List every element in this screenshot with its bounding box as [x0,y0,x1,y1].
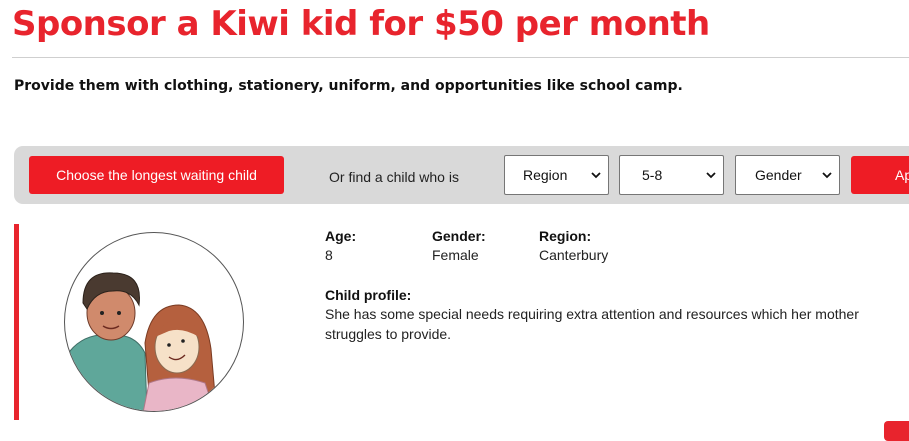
chevron-down-icon [706,172,716,179]
region-label: Region: [539,228,592,244]
find-child-label: Or find a child who is [329,169,459,185]
page-subtitle: Provide them with clothing, stationery, … [14,78,683,94]
region-select[interactable]: Region [504,155,609,195]
card-accent-bar [14,224,19,420]
age-select[interactable]: 5-8 [619,155,724,195]
chevron-down-icon [822,172,832,179]
gender-label: Gender: [432,228,486,244]
next-button-partial[interactable] [884,421,909,441]
title-divider [12,57,909,58]
child-drawing-icon [69,272,216,411]
age-value: 8 [325,247,333,263]
child-profile-text: She has some special needs requiring ext… [325,306,859,342]
apply-button[interactable]: Ap [851,156,909,194]
gender-value: Female [432,247,479,263]
region-select-value: Region [523,167,568,183]
age-select-value: 5-8 [642,167,663,183]
age-label: Age: [325,228,357,244]
region-value: Canterbury [539,247,609,263]
chevron-down-icon [591,172,601,179]
child-profile-label: Child profile: [325,287,412,303]
gender-select-value: Gender [755,167,802,183]
gender-select[interactable]: Gender [735,155,840,195]
choose-longest-waiting-button[interactable]: Choose the longest waiting child [29,156,284,194]
page-title: Sponsor a Kiwi kid for $50 per month [12,4,710,44]
child-avatar [64,232,244,412]
